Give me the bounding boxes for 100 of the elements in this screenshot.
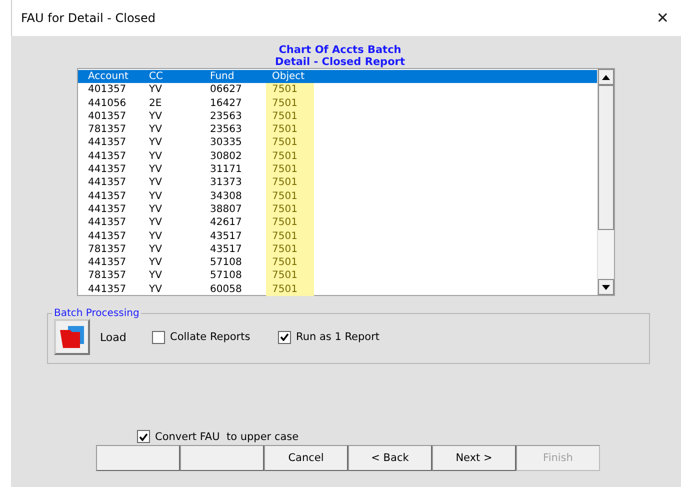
- list-row[interactable]: 441056 2E 16427 7501: [78, 96, 597, 110]
- list-row[interactable]: 441357 YV 43517 7501: [78, 230, 597, 243]
- list-cell-text: 781357: [88, 123, 128, 136]
- wizard-button[interactable]: [96, 445, 180, 471]
- list-row[interactable]: 781357 YV 23563 7501: [78, 123, 597, 136]
- list-cell-text: 57108: [210, 269, 243, 283]
- list-cell-text: Account: [88, 70, 130, 84]
- wizard-button[interactable]: Cancel: [264, 445, 348, 471]
- list-cell-text: YV: [149, 202, 163, 216]
- list-cell-text: 2E: [149, 96, 163, 110]
- list-cell-text: 441357: [88, 190, 128, 203]
- list-cell-text: 60058: [210, 282, 243, 296]
- list-cell-text: YV: [149, 242, 163, 256]
- list-cell-text: YV: [149, 150, 163, 164]
- checkbox-label: Convert FAU to upper case: [155, 430, 299, 442]
- load-button[interactable]: [54, 319, 90, 355]
- checkbox[interactable]: [152, 330, 165, 344]
- list-cell-text: YV: [149, 269, 163, 283]
- list-cell-text: 43517: [210, 230, 243, 243]
- account-list[interactable]: [77, 68, 615, 296]
- list-cell-text: YV: [149, 190, 163, 203]
- list-row[interactable]: Account CC Fund Object: [78, 70, 597, 84]
- list-cell-text: Object: [271, 70, 306, 84]
- report-title: Detail - Closed Report: [274, 56, 405, 68]
- list-row[interactable]: 441357 YV 31171 7501: [78, 163, 597, 176]
- list-cell-text: 30802: [210, 150, 243, 164]
- checkbox[interactable]: [137, 430, 150, 443]
- list-cell-text: YV: [149, 256, 163, 270]
- list-cell-text: 31373: [210, 176, 243, 190]
- list-cell-text: 781357: [88, 242, 128, 256]
- list-cell-text: 441357: [88, 176, 128, 190]
- list-cell-text: Fund: [210, 70, 236, 84]
- list-cell-text: 401357: [88, 110, 128, 124]
- list-cell: 7501: [266, 96, 314, 110]
- list-cell-text: 23563: [210, 110, 243, 124]
- list-cell: 7501: [266, 216, 314, 230]
- checkbox[interactable]: [278, 330, 291, 344]
- list-cell-text: 441357: [88, 216, 128, 230]
- list-cell: 7501: [266, 110, 314, 124]
- list-cell-text: YV: [149, 230, 163, 243]
- window-title: FAU for Detail - Closed: [21, 11, 156, 25]
- list-row[interactable]: 441357 YV 60058 7501: [78, 282, 597, 296]
- list-cell: 7501: [266, 269, 314, 283]
- folder-icon: [59, 326, 85, 348]
- list-cell: 7501: [266, 190, 314, 203]
- list-row[interactable]: 441357 YV 31373 7501: [78, 176, 597, 190]
- report-title: Chart Of Accts Batch: [278, 44, 402, 56]
- list-cell-text: YV: [149, 110, 163, 124]
- list-cell-text: 441357: [88, 282, 128, 296]
- list-cell: 7501: [266, 242, 314, 256]
- scroll-down-icon[interactable]: [598, 279, 614, 295]
- scroll-up-icon[interactable]: [598, 69, 614, 85]
- list-cell: 7501: [266, 230, 314, 243]
- list-row[interactable]: 441357 YV 42617 7501: [78, 216, 597, 230]
- wizard-button[interactable]: Next >: [432, 445, 516, 471]
- list-cell-text: 441357: [88, 230, 128, 243]
- checkbox-label: Collate Reports: [170, 331, 250, 343]
- list-cell: 7501: [266, 123, 314, 136]
- list-cell-text: 06627: [210, 83, 243, 97]
- list-cell-text: 441357: [88, 202, 128, 216]
- list-cell-text: 441357: [88, 136, 128, 150]
- list-cell-text: YV: [149, 83, 163, 97]
- list-cell-text: CC: [149, 70, 164, 84]
- wizard-button[interactable]: [180, 445, 264, 471]
- list-row[interactable]: 401357 YV 06627 7501: [78, 83, 597, 97]
- list-cell-text: YV: [149, 176, 163, 190]
- list-cell-text: 401357: [88, 83, 128, 97]
- list-row[interactable]: 441357 YV 30335 7501: [78, 136, 597, 150]
- list-cell: 7501: [266, 83, 314, 97]
- list-cell-text: 31171: [210, 163, 243, 176]
- scrollbar-thumb[interactable]: [598, 85, 614, 230]
- list-cell: 7501: [266, 202, 314, 216]
- list-cell-text: 441357: [88, 150, 128, 164]
- list-cell-text: YV: [149, 123, 163, 136]
- close-icon[interactable]: ✕: [656, 9, 669, 27]
- list-cell: 7501: [266, 282, 314, 296]
- list-row[interactable]: 441357 YV 38807 7501: [78, 202, 597, 216]
- list-cell-text: 441357: [88, 163, 128, 176]
- list-cell-text: YV: [149, 136, 163, 150]
- list-cell-text: 781357: [88, 269, 128, 283]
- list-cell-text: 23563: [210, 123, 243, 136]
- list-cell-text: 441357: [88, 256, 128, 270]
- list-cell-text: YV: [149, 282, 163, 296]
- list-cell-text: 57108: [210, 256, 243, 270]
- list-row[interactable]: 441357 YV 34308 7501: [78, 190, 597, 203]
- list-row[interactable]: 441357 YV 57108 7501: [78, 256, 597, 270]
- list-row[interactable]: 441357 YV 30802 7501: [78, 150, 597, 164]
- list-row[interactable]: 781357 YV 43517 7501: [78, 242, 597, 256]
- list-row[interactable]: 401357 YV 23563 7501: [78, 110, 597, 124]
- load-label: Load: [100, 330, 128, 344]
- list-cell-text: 441056: [88, 96, 128, 110]
- list-cell-text: 43517: [210, 242, 243, 256]
- list-cell-text: 34308: [210, 190, 243, 203]
- group-title: Batch Processing: [53, 308, 140, 319]
- list-cell-text: YV: [149, 216, 163, 230]
- checkbox-label: Run as 1 Report: [296, 331, 380, 343]
- list-cell-text: 16427: [210, 96, 243, 110]
- list-cell: 7501: [266, 256, 314, 270]
- list-row[interactable]: 781357 YV 57108 7501: [78, 269, 597, 283]
- wizard-button[interactable]: < Back: [348, 445, 432, 471]
